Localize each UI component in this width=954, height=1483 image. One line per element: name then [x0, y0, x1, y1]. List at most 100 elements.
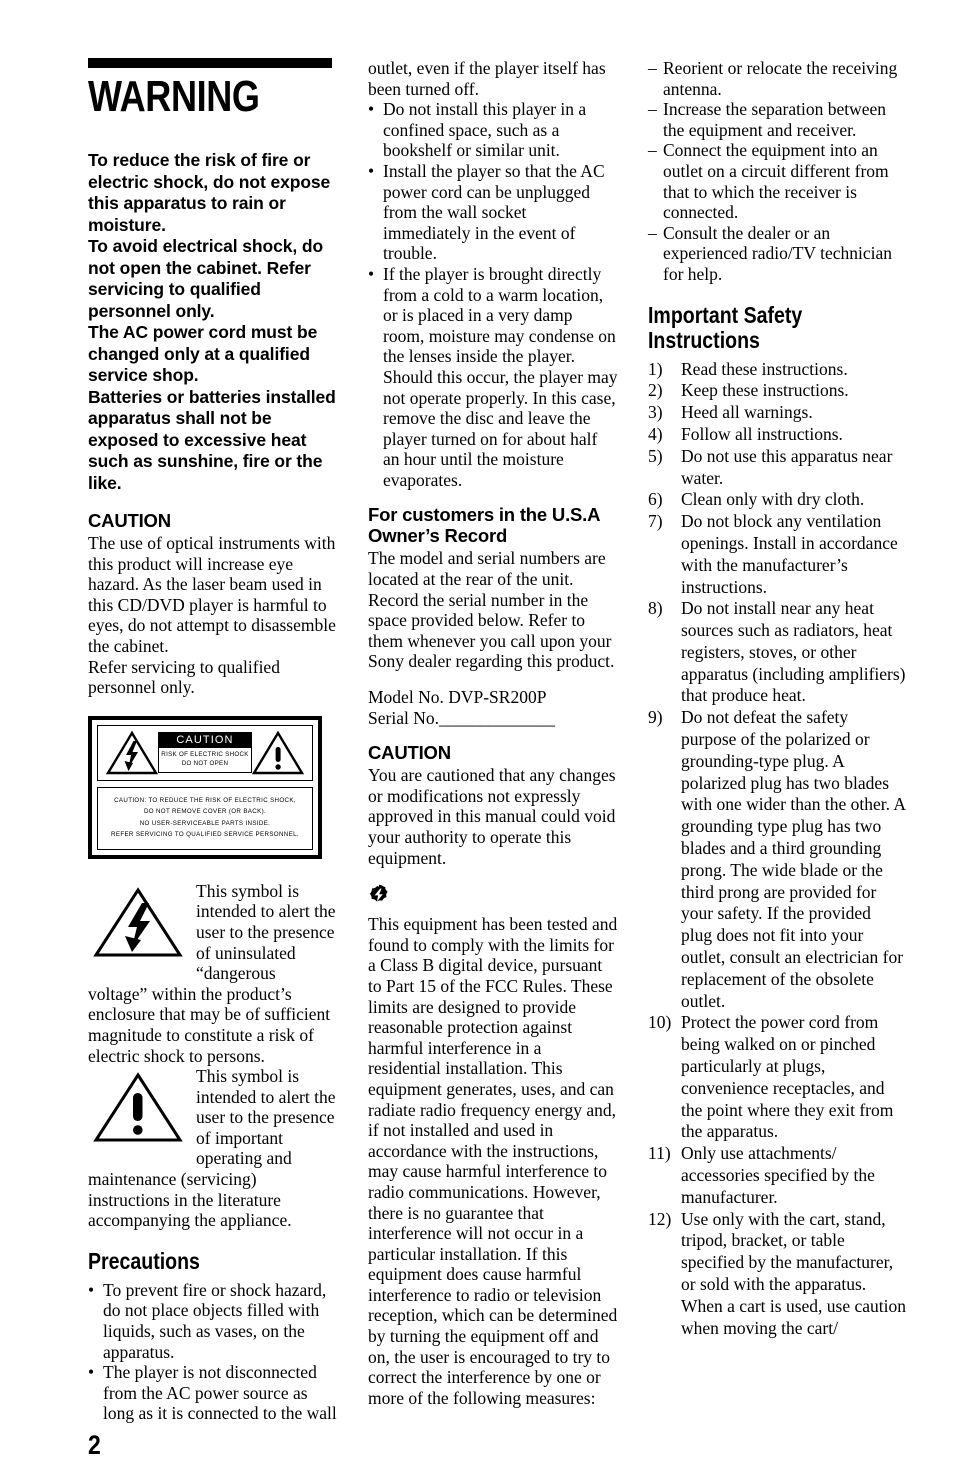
list-item-number: 4) — [648, 423, 663, 444]
warning-intro-line: Batteries or batteries installed apparat… — [88, 386, 336, 493]
precautions-list: • To prevent fire or shock hazard, do no… — [88, 1280, 338, 1424]
caution-fcc-modifications-text: You are cautioned that any changes or mo… — [368, 765, 616, 868]
manual-page: WARNING To reduce the risk of fire or el… — [0, 0, 954, 1483]
page-number: 2 — [88, 1430, 101, 1460]
warning-intro-line: To avoid electrical shock, do not open t… — [88, 236, 324, 321]
caution-banner: CAUTION RISK OF ELECTRIC SHOCK DO NOT OP… — [158, 732, 252, 774]
warning-intro-line: The AC power cord must be changed only a… — [88, 322, 318, 385]
model-number-label: Model No. DVP-SR200P — [368, 687, 547, 708]
list-item: 1) Read these instructions. — [648, 359, 906, 381]
serial-number-blank: ______________ — [438, 707, 555, 728]
dash-marker: – — [648, 140, 657, 161]
list-item-number: 7) — [648, 511, 663, 532]
safety-heading-line-1: Important Safety — [648, 301, 803, 328]
list-item: • If the player is brought directly from… — [368, 264, 618, 491]
list-item-number: 6) — [648, 489, 663, 510]
caution-heading-middle: CAUTION — [368, 742, 451, 764]
list-item-text: If the player is brought directly from a… — [383, 263, 618, 490]
caution-paragraph-1: The use of optical instruments with this… — [88, 533, 336, 656]
list-item-number: 3) — [648, 402, 663, 423]
caution-banner-body: RISK OF ELECTRIC SHOCK DO NOT OPEN — [159, 748, 251, 772]
caution-label-text-block: CAUTION: TO REDUCE THE RISK OF ELECTRIC … — [97, 786, 313, 850]
list-item: 12) Use only with the cart, stand, tripo… — [648, 1209, 906, 1340]
column-left: WARNING To reduce the risk of fire or el… — [88, 58, 338, 1424]
list-item-text: Do not use this apparatus near water. — [681, 445, 893, 488]
warning-intro-line: To reduce the risk of fire or electric s… — [88, 150, 331, 235]
caution-label-graphic: CAUTION RISK OF ELECTRIC SHOCK DO NOT OP… — [88, 715, 322, 859]
caution-label-line: DO NOT REMOVE COVER (OR BACK). — [143, 808, 267, 816]
list-item-text: Do not defeat the safety purpose of the … — [681, 707, 906, 1011]
owners-record-text: The model and serial numbers are located… — [368, 548, 615, 672]
list-item: 3) Heed all warnings. — [648, 402, 906, 424]
list-item: 10) Protect the power cord from being wa… — [648, 1012, 906, 1143]
list-item-text: Use only with the cart, stand, tripod, b… — [681, 1208, 906, 1338]
bullet-marker: • — [88, 1279, 95, 1300]
bullet-marker: • — [368, 160, 375, 181]
exclamation-triangle-icon — [92, 1070, 184, 1151]
serial-number-label: Serial No. — [368, 707, 439, 728]
list-item-text: Do not install near any heat sources suc… — [681, 598, 906, 706]
fcc-measures-list: – Reorient or relocate the receiving ant… — [648, 58, 906, 285]
bullet-marker: • — [368, 263, 375, 284]
usa-customers-heading: For customers in the U.S.A Owner’s Recor… — [368, 504, 618, 546]
list-item: – Increase the separation between the eq… — [648, 99, 906, 140]
model-serial-block: Model No. DVP-SR200P Serial No._________… — [368, 687, 618, 728]
caution-paragraph-2: Refer servicing to qualified personnel o… — [88, 656, 280, 698]
column-right: – Reorient or relocate the receiving ant… — [648, 58, 906, 1339]
list-item-text: The player is not disconnected from the … — [103, 1362, 337, 1424]
list-item-text: Clean only with dry cloth. — [681, 489, 865, 510]
list-item-text: Do not block any ventilation openings. I… — [681, 511, 898, 597]
important-safety-instructions-heading: Important Safety Instructions — [648, 301, 867, 353]
list-item: – Consult the dealer or an experienced r… — [648, 223, 906, 285]
list-item-text: Consult the dealer or an experienced rad… — [663, 222, 893, 284]
dash-marker: – — [648, 99, 657, 120]
list-item-text: To prevent fire or shock hazard, do not … — [103, 1279, 327, 1362]
bullet-marker: • — [88, 1362, 95, 1383]
list-item-number: 5) — [648, 445, 663, 466]
precautions-list-continued: • Do not install this player in a confin… — [368, 99, 618, 490]
safety-instructions-list: 1) Read these instructions. 2) Keep thes… — [648, 359, 906, 1340]
continued-paragraph: outlet, even if the player itself has be… — [368, 58, 606, 99]
dash-marker: – — [648, 58, 657, 78]
list-item-number: 11) — [648, 1143, 671, 1164]
list-item-text: Do not install this player in a confined… — [383, 99, 587, 161]
list-item-text: Keep these instructions. — [681, 380, 849, 401]
list-item-text: Heed all warnings. — [681, 402, 813, 423]
precautions-heading: Precautions — [88, 1247, 200, 1274]
list-item: 9) Do not defeat the safety purpose of t… — [648, 707, 906, 1012]
caution-label-top-row: CAUTION RISK OF ELECTRIC SHOCK DO NOT OP… — [97, 724, 313, 781]
caution-banner-line-1: RISK OF ELECTRIC SHOCK — [161, 751, 249, 759]
list-item-text: Connect the equipment into an outlet on … — [663, 140, 889, 223]
list-item-text: Protect the power cord from being walked… — [681, 1012, 894, 1142]
list-item: • Install the player so that the AC powe… — [368, 161, 618, 264]
list-item-text: Follow all instructions. — [681, 423, 843, 444]
list-item-text: Only use attachments/ accessories specif… — [681, 1143, 875, 1207]
list-item-number: 9) — [648, 707, 663, 728]
list-item-number: 2) — [648, 380, 663, 401]
caution-banner-line-2: DO NOT OPEN — [181, 759, 229, 767]
list-item: • Do not install this player in a confin… — [368, 99, 618, 161]
list-item-number: 12) — [648, 1208, 672, 1229]
list-item: • To prevent fire or shock hazard, do no… — [88, 1280, 338, 1362]
list-item: – Connect the equipment into an outlet o… — [648, 140, 906, 222]
page-title-warning: WARNING — [88, 72, 260, 121]
fcc-statement-text: This equipment has been tested and found… — [368, 914, 618, 1408]
list-item: 7) Do not block any ventilation openings… — [648, 511, 906, 598]
list-item-text: Reorient or relocate the receiving anten… — [663, 58, 898, 99]
list-item: • The player is not disconnected from th… — [88, 1362, 338, 1424]
list-item: 8) Do not install near any heat sources … — [648, 598, 906, 707]
list-item-number: 1) — [648, 358, 663, 379]
bullet-marker: • — [368, 99, 375, 120]
owners-record-heading-line-2: Owner’s Record — [368, 525, 508, 547]
column-middle: outlet, even if the player itself has be… — [368, 58, 618, 1408]
list-item-text: Increase the separation between the equi… — [663, 99, 887, 140]
usa-customers-heading-line-1: For customers in the U.S.A — [368, 504, 601, 526]
list-item: 4) Follow all instructions. — [648, 424, 906, 446]
list-item: 11) Only use attachments/ accessories sp… — [648, 1143, 906, 1208]
lightning-bolt-triangle-icon — [92, 885, 184, 966]
caution-heading-left: CAUTION — [88, 510, 171, 531]
exclamation-triangle-icon — [252, 730, 304, 776]
safety-heading-line-2: Instructions — [648, 326, 760, 353]
lightning-bolt-triangle-icon — [106, 730, 158, 776]
list-item-text: Read these instructions. — [681, 358, 848, 379]
